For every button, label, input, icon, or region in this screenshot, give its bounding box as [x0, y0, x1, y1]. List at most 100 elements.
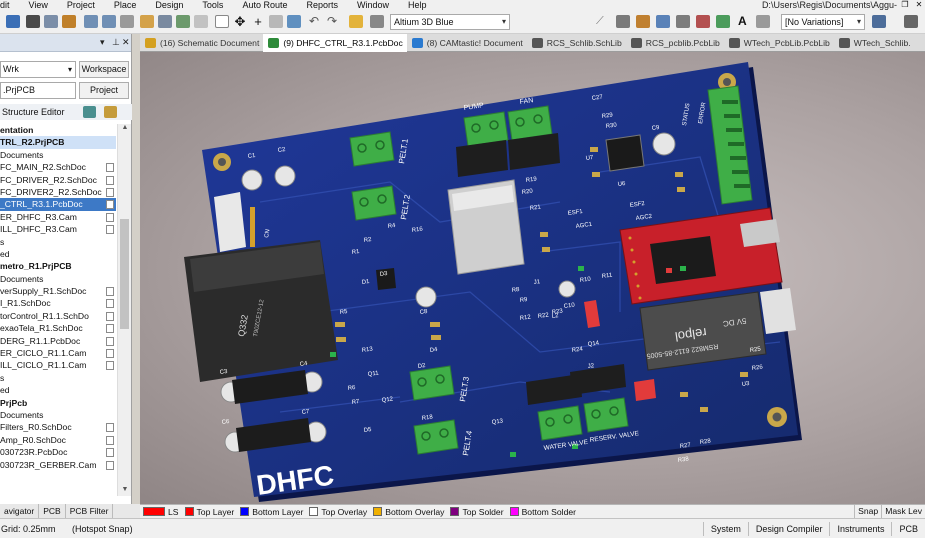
- scroll-up-icon[interactable]: ▲: [118, 124, 132, 134]
- tree-item[interactable]: FC_DRIVER2_R2.SchDoc: [0, 186, 116, 198]
- document-tab[interactable]: (8) CAMtastic! Document: [407, 34, 527, 52]
- undo-icon[interactable]: ↶: [307, 15, 321, 28]
- menu-help[interactable]: Help: [408, 0, 427, 10]
- tree-item[interactable]: Documents: [0, 409, 116, 421]
- menu-place[interactable]: Place: [114, 0, 137, 10]
- tree-item[interactable]: ed: [0, 384, 116, 396]
- rubber-stamp-icon[interactable]: [194, 15, 208, 28]
- tree-item[interactable]: FC_DRIVER_R2.SchDoc: [0, 174, 116, 186]
- status-instruments[interactable]: Instruments: [829, 522, 891, 536]
- panel-menu-icon[interactable]: ▾: [100, 37, 105, 48]
- document-tab[interactable]: WTech_Schlib.: [834, 34, 915, 52]
- tree-item[interactable]: Documents: [0, 273, 116, 285]
- workspace-button[interactable]: Workspace: [79, 61, 129, 78]
- layer-tab[interactable]: Top Solder: [447, 507, 506, 517]
- folder-icon[interactable]: [104, 106, 117, 118]
- document-tab[interactable]: (9) DHFC_CTRL_R3.1.PcbDoc: [263, 34, 407, 52]
- status-pcb[interactable]: PCB: [891, 522, 925, 536]
- tree-item[interactable]: ILL_DHFC_R3.Cam: [0, 223, 116, 235]
- tree-item[interactable]: TRL_R2.PrjPCB: [0, 136, 116, 149]
- project-field[interactable]: .PrjPCB: [0, 82, 76, 99]
- tree-item[interactable]: Documents: [0, 149, 116, 161]
- tree-scrollbar[interactable]: ▲ ▼: [117, 124, 131, 496]
- open-icon[interactable]: [6, 15, 20, 28]
- tree-item[interactable]: 030723R.PcbDoc: [0, 446, 116, 458]
- redo-icon[interactable]: ↷: [325, 15, 339, 28]
- tree-item[interactable]: metro_R1.PrjPCB: [0, 260, 116, 272]
- select-area-icon[interactable]: [215, 15, 229, 28]
- tree-item[interactable]: torControl_R1.1.SchDo: [0, 310, 116, 322]
- menu-view[interactable]: View: [29, 0, 48, 10]
- document-tab[interactable]: WTech_PcbLib.PcbLib: [724, 34, 834, 52]
- tree-item[interactable]: s: [0, 236, 116, 248]
- place-fill-icon[interactable]: [636, 15, 650, 28]
- tab-pcb-filter[interactable]: PCB Filter: [66, 504, 114, 518]
- current-layer-indicator[interactable]: LS: [140, 507, 182, 517]
- layer-tab[interactable]: Bottom Solder: [507, 507, 579, 517]
- menu-tools[interactable]: Tools: [202, 0, 223, 10]
- tree-item[interactable]: entation: [0, 124, 116, 136]
- layers-icon[interactable]: [26, 15, 40, 28]
- workspace-combo[interactable]: Wrk ▾: [0, 61, 76, 78]
- pcb-3d-view[interactable]: Q332 T90ZCE12-12 CN relpol RSM822 6112-8…: [140, 52, 925, 504]
- menu-project[interactable]: Project: [67, 0, 95, 10]
- tree-item[interactable]: 030723R_GERBER.Cam: [0, 459, 116, 471]
- place-line-icon[interactable]: [756, 15, 770, 28]
- route-icon[interactable]: ⟋: [596, 15, 610, 28]
- menu-design[interactable]: Design: [155, 0, 183, 10]
- tree-item[interactable]: Filters_R0.SchDoc: [0, 421, 116, 433]
- print-icon[interactable]: [62, 15, 76, 28]
- crosshair-icon[interactable]: +: [251, 15, 265, 28]
- place-via-icon[interactable]: [676, 15, 690, 28]
- layer-tab[interactable]: Top Layer: [182, 507, 238, 517]
- document-tab[interactable]: (16) Schematic Document: [140, 34, 263, 52]
- tree-item[interactable]: ER_DHFC_R3.Cam: [0, 211, 116, 223]
- pin-icon[interactable]: ⊥: [112, 37, 120, 48]
- zoom-selected-icon[interactable]: [120, 15, 134, 28]
- scroll-down-icon[interactable]: ▼: [118, 486, 132, 496]
- zoom-fit-icon[interactable]: [102, 15, 116, 28]
- place-string-icon[interactable]: A: [738, 15, 752, 28]
- place-pad-icon[interactable]: [656, 15, 670, 28]
- close-icon[interactable]: ✕: [913, 0, 925, 10]
- interactive-route-icon[interactable]: [616, 15, 630, 28]
- more-tools-icon[interactable]: [904, 15, 918, 28]
- cross-probe-icon[interactable]: [287, 15, 301, 28]
- tree-item[interactable]: PrjPcb: [0, 397, 116, 409]
- structure-editor-label[interactable]: Structure Editor: [2, 107, 65, 117]
- tree-item[interactable]: DERG_R1.1.PcbDoc: [0, 335, 116, 347]
- menu-reports[interactable]: Reports: [306, 0, 338, 10]
- save-icon[interactable]: [44, 15, 58, 28]
- tree-item[interactable]: ILL_CICLO_R1.1.Cam: [0, 359, 116, 371]
- cut-icon[interactable]: [140, 15, 154, 28]
- place-component-icon[interactable]: [716, 15, 730, 28]
- project-button[interactable]: Project: [79, 82, 129, 99]
- tree-item[interactable]: I_R1.SchDoc: [0, 297, 116, 309]
- paste-icon[interactable]: [176, 15, 190, 28]
- zoom-area-icon[interactable]: [84, 15, 98, 28]
- view-config-combo[interactable]: Altium 3D Blue ▾: [390, 14, 510, 30]
- menu-window[interactable]: Window: [357, 0, 389, 10]
- snap-toggle[interactable]: Snap: [854, 505, 881, 518]
- tree-item[interactable]: ed: [0, 248, 116, 260]
- status-design-compiler[interactable]: Design Compiler: [747, 522, 830, 536]
- status-system[interactable]: System: [702, 522, 748, 536]
- scroll-thumb[interactable]: [120, 219, 129, 329]
- layer-tab[interactable]: Top Overlay: [306, 507, 370, 517]
- close-panel-icon[interactable]: ✕: [122, 37, 130, 48]
- tree-item[interactable]: verSupply_R1.SchDoc: [0, 285, 116, 297]
- mask-level[interactable]: Mask Lev: [881, 505, 925, 518]
- layer-tab[interactable]: Bottom Layer: [237, 507, 306, 517]
- compile-icon[interactable]: [83, 106, 96, 118]
- document-tab[interactable]: RCS_Schlib.SchLib: [527, 34, 626, 52]
- tab-navigator[interactable]: avigator: [0, 504, 40, 518]
- layer-tab[interactable]: Bottom Overlay: [370, 507, 447, 517]
- tab-pcb[interactable]: PCB: [39, 504, 66, 518]
- move-icon[interactable]: ✥: [233, 15, 247, 28]
- variations-combo[interactable]: [No Variations] ▾: [781, 14, 865, 30]
- tree-item[interactable]: _CTRL_R3.1.PcbDoc: [0, 198, 116, 211]
- tree-item[interactable]: FC_MAIN_R2.SchDoc: [0, 161, 116, 173]
- tree-item[interactable]: [0, 471, 116, 483]
- tree-item[interactable]: Amp_R0.SchDoc: [0, 434, 116, 446]
- deselect-icon[interactable]: [269, 15, 283, 28]
